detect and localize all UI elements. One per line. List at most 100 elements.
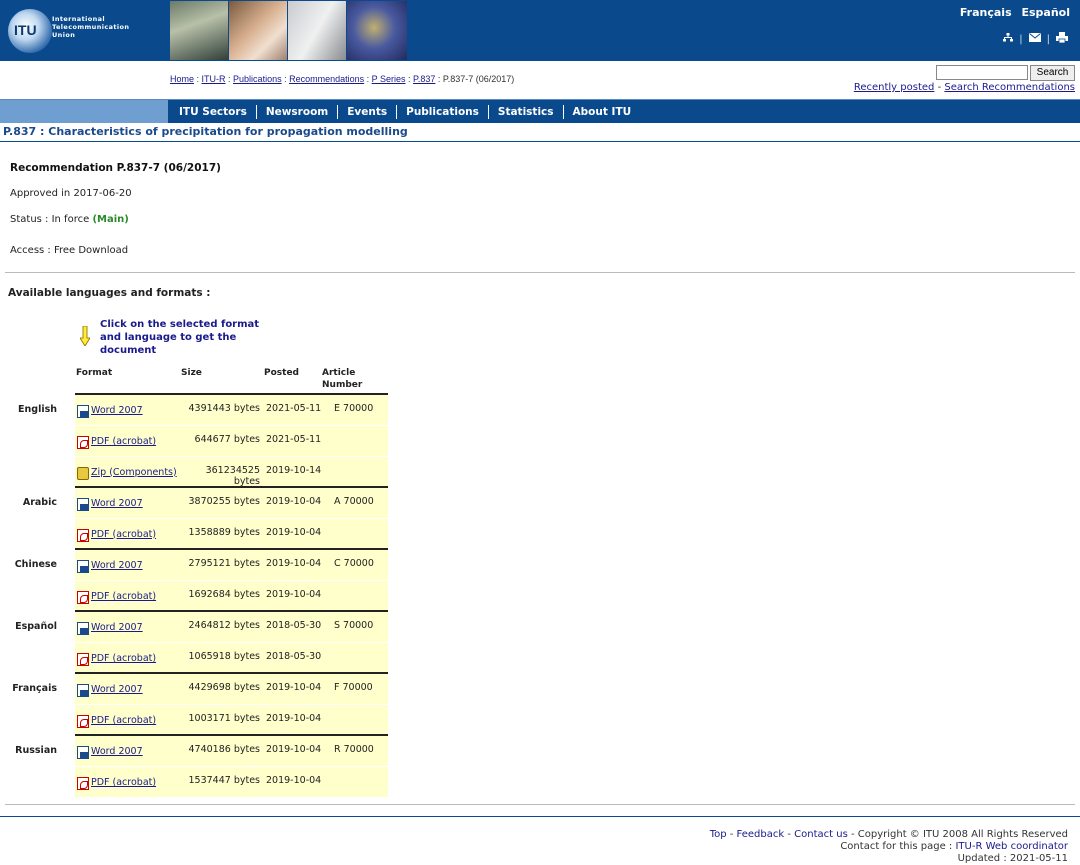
breadcrumb-publications[interactable]: Publications — [233, 74, 282, 84]
col-header-size: Size — [181, 368, 202, 378]
format-link-wrap: Word 2007 — [77, 496, 143, 511]
format-link[interactable]: PDF (acrobat) — [91, 529, 156, 540]
format-link-wrap: Word 2007 — [77, 682, 143, 698]
col-header-posted: Posted — [264, 368, 299, 378]
print-icon[interactable] — [1056, 32, 1068, 46]
file-size: 2464812 bytes — [188, 620, 260, 632]
format-link[interactable]: Word 2007 — [91, 560, 143, 571]
language-label: English — [18, 404, 57, 415]
nav-statistics[interactable]: Statistics — [489, 104, 564, 119]
search-button[interactable]: Search — [1030, 65, 1075, 81]
recommendation-title: Recommendation P.837-7 (06/2017) — [10, 162, 221, 174]
table-row: Word 2007 2795121 bytes 2019-10-04 C 70000 — [75, 550, 388, 580]
format-link[interactable]: Zip (Components) — [91, 467, 177, 478]
file-size: 644677 bytes — [194, 433, 260, 445]
status-line: Status : In force (Main) — [10, 214, 129, 225]
mail-icon[interactable] — [1028, 33, 1041, 45]
footer-contact-link[interactable]: Contact us — [794, 829, 848, 840]
breadcrumb-current: P.837-7 (06/2017) — [442, 74, 515, 84]
nav-about-itu[interactable]: About ITU — [564, 105, 641, 119]
arrow-down-icon — [80, 326, 90, 346]
file-size: 1003171 bytes — [188, 713, 260, 724]
available-formats-heading: Available languages and formats : — [8, 287, 211, 299]
nav-publications[interactable]: Publications — [397, 104, 489, 119]
format-link[interactable]: Word 2007 — [91, 498, 143, 509]
language-label: Chinese — [14, 559, 57, 570]
title-divider — [0, 141, 1080, 142]
breadcrumb-p-series[interactable]: P Series — [372, 74, 406, 84]
format-link[interactable]: PDF (acrobat) — [91, 715, 156, 726]
file-size: 1065918 bytes — [188, 650, 260, 662]
article-number: R 70000 — [334, 744, 374, 756]
breadcrumb-recommendations[interactable]: Recommendations — [289, 74, 364, 84]
link-separator: - — [937, 82, 942, 93]
nav-itu-sectors[interactable]: ITU Sectors — [170, 104, 257, 119]
word-icon — [77, 405, 89, 418]
language-label: Arabic — [22, 496, 57, 508]
zip-icon — [77, 466, 89, 480]
nav-spacer — [0, 100, 168, 123]
breadcrumb-home[interactable]: Home — [170, 74, 194, 84]
nav-events[interactable]: Events — [338, 104, 398, 119]
header-tools: | | — [1003, 32, 1068, 46]
format-link[interactable]: Word 2007 — [91, 746, 143, 757]
language-links: Français Español — [954, 6, 1070, 19]
access-line: Access : Free Download — [10, 245, 129, 256]
file-size: 4429698 bytes — [188, 682, 260, 694]
posted-date: 2018-05-30 — [266, 650, 322, 662]
pdf-icon — [77, 590, 89, 604]
footer-top-link[interactable]: Top — [710, 829, 727, 840]
pdf-icon — [77, 435, 89, 449]
section-divider — [5, 272, 1075, 273]
format-link[interactable]: Word 2007 — [91, 405, 143, 416]
col-header-format: Format — [76, 368, 113, 378]
search-recommendations-link[interactable]: Search Recommendations — [944, 82, 1075, 93]
language-label: Español — [15, 621, 57, 633]
lang-link-francais[interactable]: Français — [960, 6, 1012, 19]
itu-logo[interactable]: ITU International Telecommunication Unio… — [8, 9, 158, 55]
bottom-divider — [5, 804, 1075, 805]
table-row: Zip (Components) 361234525 bytes 2019-10-1… — [75, 456, 388, 487]
logo-abbr: ITU — [14, 22, 37, 38]
article-number: F 70000 — [334, 682, 373, 694]
posted-date: 2021-05-11 — [266, 403, 322, 414]
header-photo-buildings — [170, 1, 228, 60]
footer-web-coordinator-link[interactable]: ITU-R Web coordinator — [955, 841, 1068, 852]
format-link[interactable]: PDF (acrobat) — [91, 436, 156, 447]
logo-text: International Telecommunication Union — [52, 15, 130, 39]
file-size: 361234525 bytes — [205, 464, 260, 487]
word-icon — [77, 497, 89, 511]
format-link[interactable]: Word 2007 — [91, 684, 143, 695]
format-link-wrap: Word 2007 — [77, 744, 143, 760]
table-row: Word 2007 4391443 bytes 2021-05-11 E 70000 — [75, 395, 388, 425]
footer-divider — [0, 816, 1080, 817]
posted-date: 2019-10-04 — [266, 558, 322, 569]
article-number: A 70000 — [334, 495, 374, 507]
table-row: Word 2007 4429698 bytes 2019-10-04 F 70000 — [75, 674, 388, 704]
format-link[interactable]: PDF (acrobat) — [91, 591, 156, 602]
footer-contact-label: Contact for this page : — [840, 841, 953, 852]
posted-date: 2019-10-04 — [266, 495, 322, 507]
footer-feedback-link[interactable]: Feedback — [737, 829, 785, 840]
pdf-icon — [77, 652, 89, 666]
table-row: PDF (acrobat) 1003171 bytes 2019-10-04 — [75, 705, 388, 735]
sitemap-icon[interactable] — [1003, 33, 1014, 45]
nav-newsroom[interactable]: Newsroom — [257, 104, 339, 119]
format-link[interactable]: PDF (acrobat) — [91, 777, 156, 788]
status-label: Status : In force — [10, 214, 90, 225]
main-nav: ITU Sectors Newsroom Events Publications… — [0, 99, 1080, 123]
format-link-wrap: Word 2007 — [77, 403, 143, 418]
search-input[interactable] — [936, 65, 1028, 80]
lang-link-espanol[interactable]: Español — [1021, 6, 1070, 19]
recently-posted-link[interactable]: Recently posted — [854, 82, 935, 93]
table-row: PDF (acrobat) 1358889 bytes 2019-10-04 — [75, 518, 388, 549]
article-number: E 70000 — [334, 403, 374, 414]
format-link[interactable]: Word 2007 — [91, 622, 143, 633]
language-label: Russian — [15, 745, 57, 757]
file-size: 3870255 bytes — [188, 495, 260, 507]
format-link-wrap: PDF (acrobat) — [77, 713, 156, 728]
breadcrumb-p837[interactable]: P.837 — [413, 74, 435, 84]
header-photo-satellite — [347, 1, 407, 60]
format-link[interactable]: PDF (acrobat) — [91, 653, 156, 664]
breadcrumb-itu-r[interactable]: ITU-R — [202, 74, 226, 84]
